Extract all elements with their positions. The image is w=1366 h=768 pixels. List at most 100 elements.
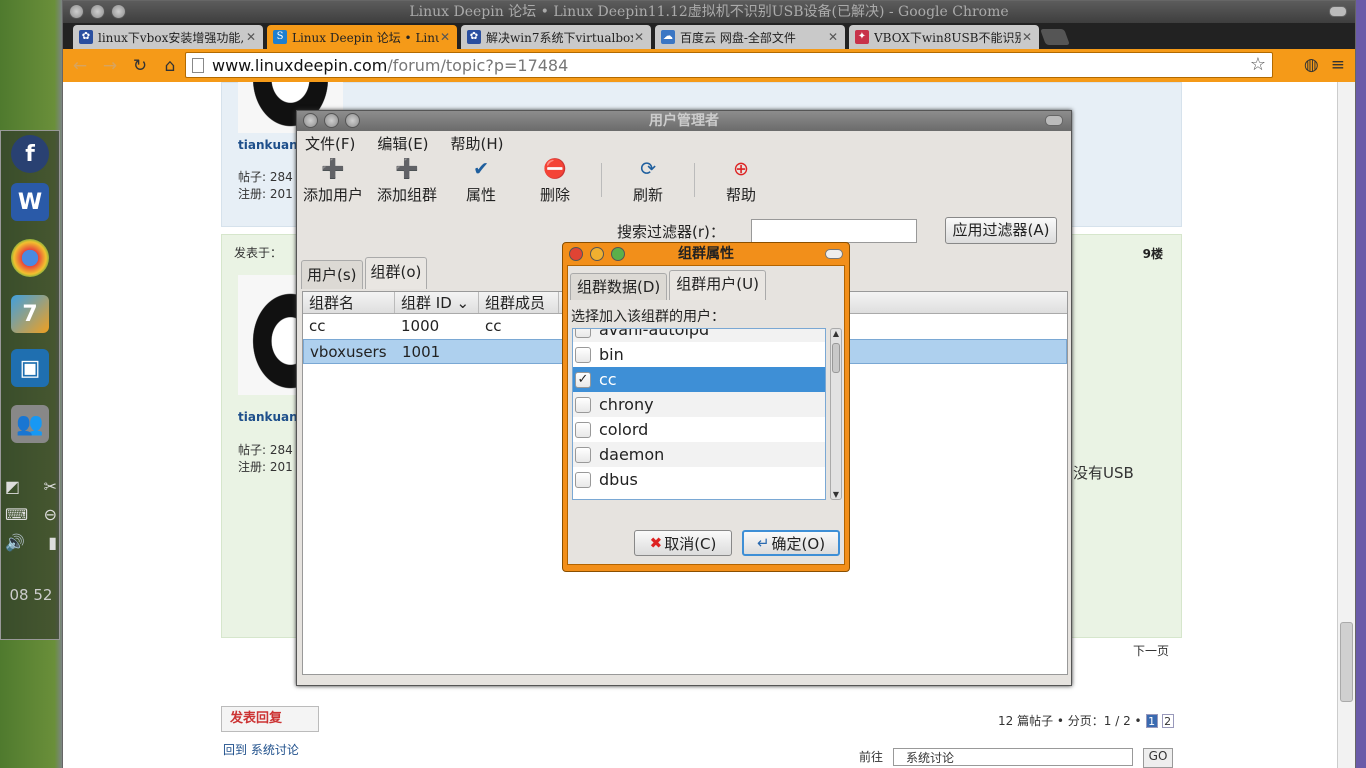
scroll-up-arrow-icon[interactable]: ▲ <box>831 329 841 338</box>
minimize-window-button[interactable] <box>324 113 339 128</box>
battery-icon[interactable]: ▮ <box>48 533 57 552</box>
minimize-window-button[interactable] <box>90 4 105 19</box>
writer-icon[interactable]: W <box>11 183 49 221</box>
page-link[interactable]: 1 <box>1145 713 1158 728</box>
list-item[interactable]: bin <box>573 342 825 367</box>
usb-icon[interactable]: ⊖ <box>44 505 57 524</box>
menu-file[interactable]: 文件(F) <box>303 133 357 154</box>
tab-users[interactable]: 用户(s) <box>301 260 363 289</box>
users-icon[interactable]: 👥 <box>11 405 49 443</box>
forward-arrow-icon[interactable]: → <box>97 56 123 76</box>
tab-group-users[interactable]: 组群用户(U) <box>669 270 766 300</box>
search-filter-input[interactable] <box>751 219 917 243</box>
user-checkbox[interactable] <box>575 396 591 413</box>
refresh-button[interactable]: ⟳ 刷新 <box>618 157 678 205</box>
minimize-dialog-button[interactable] <box>590 247 604 261</box>
post-reply-button[interactable]: 发表回复 <box>221 706 319 732</box>
close-tab-icon[interactable]: ✕ <box>245 30 257 44</box>
help-button[interactable]: ⊕ 帮助 <box>711 157 771 205</box>
list-item[interactable]: chrony <box>573 392 825 417</box>
cancel-button-label: 取消(C) <box>664 534 717 553</box>
apply-filter-button[interactable]: 应用过滤器(A) <box>945 217 1057 244</box>
list-item[interactable]: daemon <box>573 442 825 467</box>
close-window-button[interactable] <box>69 4 84 19</box>
maximize-dialog-button[interactable] <box>611 247 625 261</box>
pagination-summary: 12 篇帖子 • 分页：1 / 2 • <box>998 714 1142 728</box>
chrome-icon[interactable] <box>11 239 49 277</box>
user-list-scrollbar[interactable]: ▲ ▼ <box>830 328 842 500</box>
add-user-button[interactable]: ➕ 添加用户 <box>303 157 363 205</box>
user-checkbox[interactable] <box>575 471 591 488</box>
win7-vm-icon[interactable]: 7 <box>11 295 49 333</box>
browser-tab[interactable]: ✿ 解决win7系统下virtualbox ✕ <box>461 25 651 49</box>
back-to-forum-link[interactable]: 回到 系统讨论 <box>223 741 299 758</box>
page-link[interactable]: 2 <box>1161 713 1174 728</box>
list-item-selected[interactable]: ✓ cc <box>573 367 825 392</box>
list-item[interactable]: dbus <box>573 467 825 492</box>
user-checkbox[interactable] <box>575 346 591 363</box>
list-item[interactable]: colord <box>573 417 825 442</box>
shade-window-button[interactable] <box>1045 115 1063 126</box>
keyboard-icon[interactable]: ⌨ <box>5 505 28 524</box>
scrollbar-thumb[interactable] <box>832 343 840 373</box>
browser-tab[interactable]: ✦ VBOX下win8USB不能识别 感 ✕ <box>849 25 1039 49</box>
virtualbox-icon[interactable]: ▣ <box>11 349 49 387</box>
network-icon[interactable]: ◩ <box>5 477 20 496</box>
user-name: dbus <box>599 470 638 489</box>
home-icon[interactable]: ⌂ <box>157 56 183 76</box>
delete-button[interactable]: ⛔ 删除 <box>525 157 585 205</box>
scroll-down-arrow-icon[interactable]: ▼ <box>831 490 841 499</box>
maximize-window-button[interactable] <box>345 113 360 128</box>
bookmark-star-icon[interactable]: ☆ <box>1250 54 1266 75</box>
close-tab-icon[interactable]: ✕ <box>1021 30 1033 44</box>
menu-edit[interactable]: 编辑(E) <box>375 133 430 154</box>
user-checkbox-checked[interactable]: ✓ <box>575 371 591 388</box>
close-tab-icon[interactable]: ✕ <box>439 30 451 44</box>
next-page-link[interactable]: 下一页 <box>1133 642 1169 659</box>
close-tab-icon[interactable]: ✕ <box>827 30 839 44</box>
shade-window-button[interactable] <box>1329 6 1347 17</box>
scrollbar-thumb[interactable] <box>1340 622 1353 702</box>
browser-tab[interactable]: ☁ 百度云 网盘-全部文件 ✕ <box>655 25 845 49</box>
scissors-icon[interactable]: ✂ <box>44 477 57 496</box>
paw-icon: ✿ <box>467 30 481 44</box>
address-bar[interactable]: www.linuxdeepin.com/forum/topic?p=17484 … <box>185 52 1273 78</box>
column-header-members[interactable]: 组群成员 <box>479 292 559 313</box>
column-header-group-id[interactable]: 组群 ID ⌄ <box>395 292 479 313</box>
shade-dialog-button[interactable] <box>825 249 843 259</box>
paw-icon: ✿ <box>79 30 93 44</box>
tab-group-data[interactable]: 组群数据(D) <box>570 273 668 300</box>
close-tab-icon[interactable]: ✕ <box>633 30 645 44</box>
browser-tab[interactable]: ✿ linux下vbox安装增强功能, ✕ <box>73 25 263 49</box>
tab-groups[interactable]: 组群(o) <box>364 257 428 289</box>
reload-icon[interactable]: ↻ <box>127 56 153 76</box>
new-tab-button[interactable] <box>1040 29 1070 45</box>
back-arrow-icon[interactable]: ← <box>67 56 93 76</box>
close-window-button[interactable] <box>303 113 318 128</box>
volume-icon[interactable]: 🔊 <box>5 533 25 552</box>
close-dialog-button[interactable] <box>569 247 583 261</box>
forum-select[interactable]: 系统讨论 <box>893 748 1134 766</box>
maximize-window-button[interactable] <box>111 4 126 19</box>
ok-button[interactable]: ↵ 确定(O) <box>742 530 840 556</box>
browser-tab-active[interactable]: S Linux Deepin 论坛 • Linux ✕ <box>267 25 457 49</box>
chrome-titlebar: Linux Deepin 论坛 • Linux Deepin11.12虚拟机不识… <box>63 1 1355 23</box>
column-header-group-name[interactable]: 组群名 <box>303 292 395 313</box>
menu-bar: 文件(F) 编辑(E) 帮助(H) <box>303 131 506 155</box>
go-button[interactable]: GO <box>1143 748 1174 768</box>
menu-help[interactable]: 帮助(H) <box>449 133 506 154</box>
post-count: 帖子: 284 <box>238 170 293 184</box>
menu-icon[interactable]: ≡ <box>1331 55 1345 75</box>
fedora-icon[interactable]: f <box>11 135 49 173</box>
user-checkbox[interactable] <box>575 446 591 463</box>
properties-button[interactable]: ✔ 属性 <box>451 157 511 205</box>
extension-globe-icon[interactable]: ◍ <box>1304 55 1319 75</box>
user-checkbox[interactable] <box>575 421 591 438</box>
chrome-window-title: Linux Deepin 论坛 • Linux Deepin11.12虚拟机不识… <box>409 4 1009 20</box>
add-group-button[interactable]: ➕ 添加组群 <box>377 157 437 205</box>
list-item[interactable]: avahi-autoipd <box>573 329 825 342</box>
page-scrollbar[interactable] <box>1337 82 1355 768</box>
user-checkbox[interactable] <box>575 329 591 338</box>
cancel-button[interactable]: ✖ 取消(C) <box>634 530 732 556</box>
baidu-cloud-icon: ☁ <box>661 30 675 44</box>
